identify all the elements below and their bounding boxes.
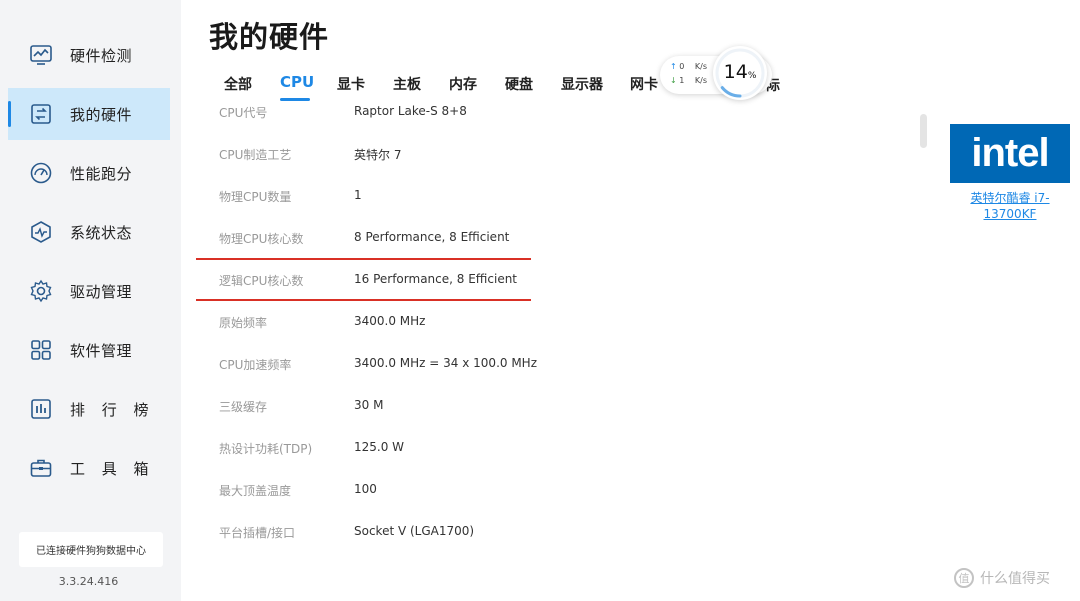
cpu-model-link[interactable]: 英特尔酷睿 i7-13700KF: [955, 190, 1065, 222]
sidebar-item-my-hardware[interactable]: 我的硬件: [8, 88, 170, 140]
chip-swap-icon: [31, 104, 51, 124]
sidebar-item-label: 软件管理: [70, 341, 133, 360]
tab-cpu[interactable]: CPU: [280, 73, 314, 91]
toolbox-icon: [30, 459, 52, 477]
apps-grid-icon: [31, 340, 51, 360]
sidebar-item-benchmark[interactable]: 性能跑分: [8, 147, 170, 199]
highlight-line-bottom: [196, 299, 531, 301]
tab-network[interactable]: 网卡: [630, 74, 658, 94]
sidebar-item-label: 工 具 箱: [70, 459, 155, 478]
tab-all[interactable]: 全部: [224, 74, 252, 94]
sidebar-item-hardware-detect[interactable]: 硬件检测: [8, 29, 170, 81]
sidebar: 硬件检测 我的硬件 性能跑分 系统状态 驱动管理 软件管理 排 行 榜 工 具 …: [0, 0, 181, 601]
connection-status: 已连接硬件狗狗数据中心: [19, 532, 163, 567]
tab-monitor[interactable]: 显示器: [561, 74, 603, 94]
tab-memory[interactable]: 内存: [449, 74, 477, 94]
tab-motherboard[interactable]: 主板: [393, 74, 421, 94]
cpu-usage-gauge[interactable]: 14%: [713, 46, 767, 100]
tab-gpu[interactable]: 显卡: [337, 74, 365, 94]
sidebar-item-system-status[interactable]: 系统状态: [8, 206, 170, 258]
scrollbar-thumb[interactable]: [920, 114, 927, 148]
download-speed: ↓ 1 K/s: [670, 76, 707, 85]
monitor-chart-icon: [30, 45, 52, 65]
watermark: 值 什么值得买: [954, 568, 1050, 588]
shield-pulse-icon: [31, 221, 51, 243]
sidebar-item-label: 我的硬件: [70, 105, 133, 124]
sidebar-item-label: 排 行 榜: [70, 400, 155, 419]
gear-icon: [30, 279, 52, 303]
speedometer-icon: [30, 162, 52, 184]
bar-chart-icon: [31, 399, 51, 419]
cpu-usage-value: 14%: [723, 61, 757, 83]
sidebar-item-label: 性能跑分: [70, 164, 133, 183]
sidebar-item-software-manager[interactable]: 软件管理: [8, 324, 170, 376]
sidebar-item-label: 驱动管理: [70, 282, 133, 301]
tab-disk[interactable]: 硬盘: [505, 74, 533, 94]
version-label: 3.3.24.416: [58, 575, 119, 588]
sidebar-item-label: 系统状态: [70, 223, 133, 242]
intel-logo: intel: [950, 124, 1070, 183]
arrow-up-icon: ↑: [670, 62, 677, 71]
upload-speed: ↑ 0 K/s: [670, 62, 707, 71]
arrow-down-icon: ↓: [670, 76, 677, 85]
sidebar-item-toolbox[interactable]: 工 具 箱: [8, 442, 170, 494]
highlight-line-top: [196, 258, 531, 260]
smzdm-logo-icon: 值: [954, 568, 974, 588]
sidebar-item-leaderboard[interactable]: 排 行 榜: [8, 383, 170, 435]
sidebar-item-label: 硬件检测: [70, 46, 133, 65]
page-title: 我的硬件: [209, 20, 330, 54]
active-tab-indicator: [280, 98, 310, 101]
sidebar-item-driver-manager[interactable]: 驱动管理: [8, 265, 170, 317]
